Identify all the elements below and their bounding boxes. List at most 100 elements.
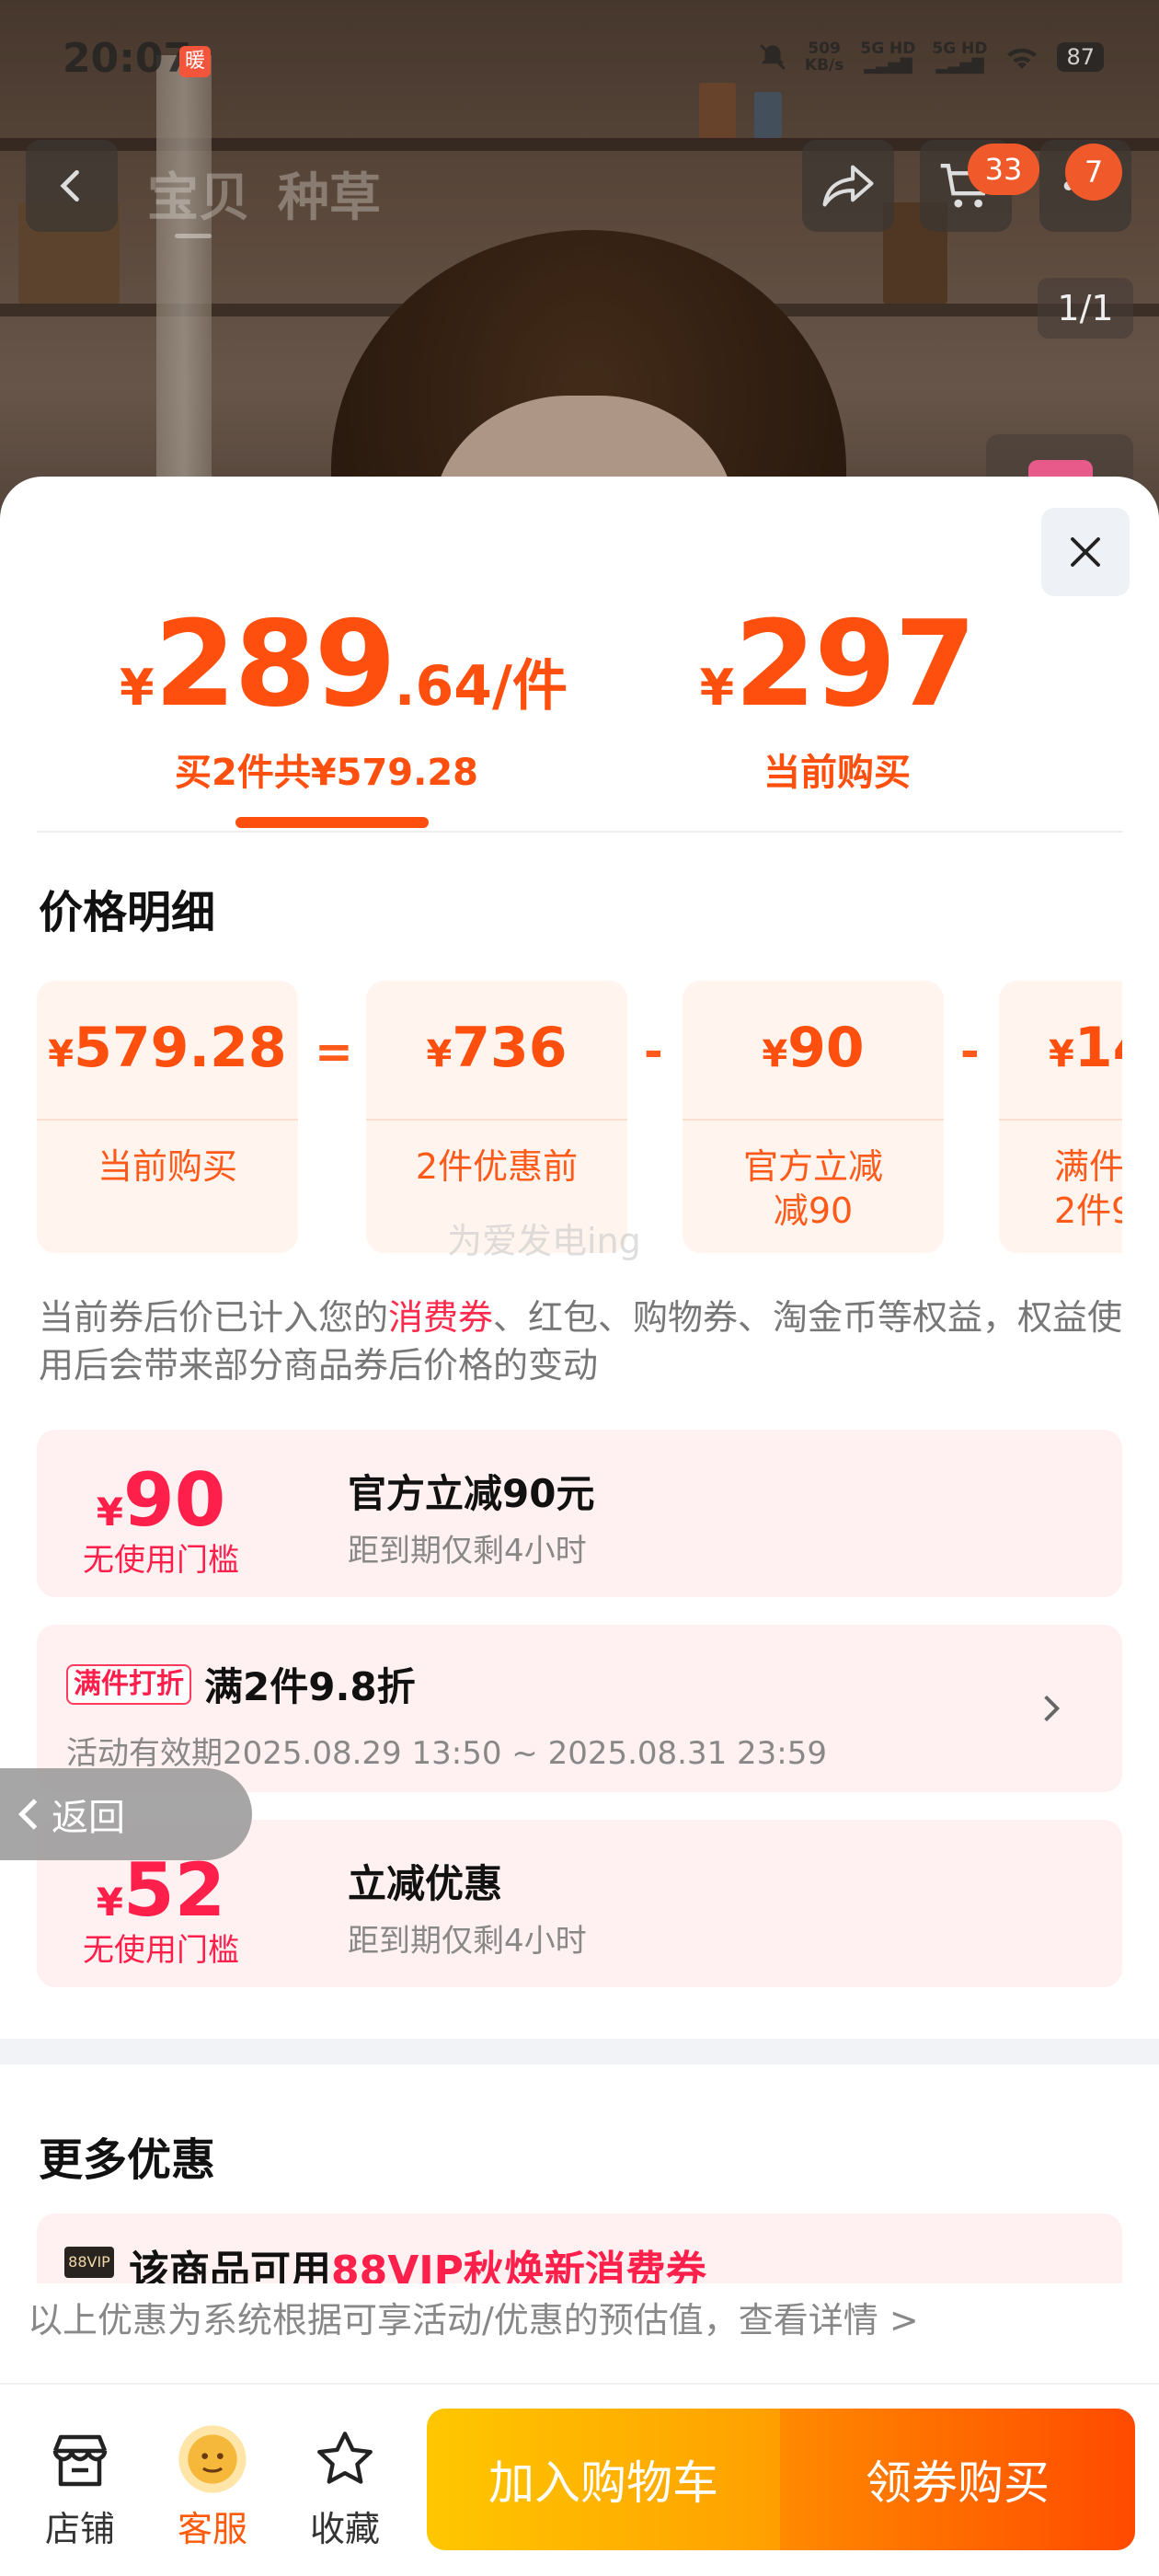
customer-service-button[interactable]: 客服 (162, 2420, 263, 2551)
customer-service-icon (178, 2425, 247, 2493)
floating-back-button[interactable]: 返回 (0, 1768, 252, 1860)
card-value: ¥90 (683, 1016, 944, 1089)
top-tabs: 宝贝 种草 (147, 156, 381, 238)
yen-sign: ¥ (1049, 1033, 1074, 1075)
watermark: 为爱发电ing (447, 1221, 641, 1261)
tab-item[interactable]: 宝贝 (147, 156, 250, 231)
breakdown-card-official-discount: ¥90 官方立减 减90 (683, 981, 944, 1253)
yen-sign: ¥ (699, 659, 735, 717)
app-notification-icon: 暖 (179, 46, 211, 77)
price-option-tabs: ¥289.64/件 买2件共¥579.28 ¥297 当前购买 (0, 596, 1159, 832)
coupon-threshold: 无使用门槛 (83, 1932, 239, 1969)
yen-sign: ¥ (96, 1880, 123, 1925)
close-button[interactable] (1041, 508, 1130, 596)
single-label: 当前购买 (763, 752, 911, 794)
coupon-threshold: 无使用门槛 (83, 1542, 239, 1579)
favorite-label: 收藏 (309, 2509, 380, 2549)
chevron-left-icon (17, 1799, 38, 1830)
promotion-header: 满件打折 满2件9.8折 (66, 1656, 416, 1712)
yen-sign: ¥ (48, 1033, 75, 1075)
back-button[interactable] (26, 140, 118, 232)
card-divider (37, 1119, 298, 1121)
net-speed: 509 KB/s (805, 40, 843, 74)
signal-1-label: 5G HD (860, 40, 916, 58)
card-divider (999, 1119, 1122, 1121)
floating-back-label: 返回 (52, 1797, 125, 1839)
active-price-tab-indicator (235, 817, 429, 828)
card-value-number: 14 (1073, 1016, 1122, 1080)
card-divider (683, 1119, 944, 1121)
shop-label: 店铺 (44, 2509, 115, 2549)
coupon-title: 官方立减90元 (348, 1471, 595, 1516)
card-value: ¥579.28 (37, 1016, 298, 1089)
card-label: 满件 2件9 (1054, 1146, 1122, 1231)
vip-badge-icon: 88VIP (64, 2247, 114, 2278)
card-value: ¥14 (1049, 1016, 1122, 1089)
bundle-total: 买2件共¥579.28 (174, 752, 479, 794)
yen-sign: ¥ (120, 659, 155, 717)
shop-icon-wrap (29, 2420, 131, 2499)
coupon-amount-number: 90 (122, 1457, 226, 1543)
status-time: 20:07 (63, 35, 192, 82)
shop-button[interactable]: 店铺 (29, 2420, 131, 2551)
star-icon (317, 2432, 373, 2484)
bottom-action-bar: 店铺 客服 收藏 加入购物车 领券购买 (0, 2383, 1159, 2576)
price-detail-sheet: ¥289.64/件 买2件共¥579.28 ¥297 当前购买 价格明细 ¥57… (0, 477, 1159, 2576)
image-page-indicator: 1/1 (1038, 278, 1133, 339)
promotion-period: 活动有效期2025.08.29 13:50 ~ 2025.08.31 23:59 (66, 1735, 828, 1772)
status-icons: 509 KB/s 5G HD ▂▃▅▇ 5G HD ▂▃▅▇ 87 (757, 40, 1104, 74)
shop-icon (52, 2434, 108, 2487)
card-divider (366, 1119, 627, 1121)
note-highlight-link[interactable]: 消费券 (388, 1297, 493, 1338)
battery-level: 87 (1057, 42, 1104, 72)
price-option-single[interactable]: ¥297 当前购买 (699, 596, 977, 796)
wifi-icon (1007, 48, 1038, 69)
price-detail-title: 价格明细 (39, 887, 216, 938)
single-price-int: 297 (734, 596, 976, 733)
card-label: 当前购买 (97, 1146, 237, 1187)
disclaimer-link[interactable]: 以上优惠为系统根据可享活动/优惠的预估值，查看详情 > (0, 2283, 1159, 2383)
status-bar: 20:07 暖 509 KB/s 5G HD ▂▃▅▇ 5G HD ▂▃▅▇ 87 (0, 0, 1159, 120)
tab-seeding[interactable]: 种草 (278, 156, 381, 231)
chevron-right-icon (1044, 1695, 1061, 1722)
favorite-button[interactable]: 收藏 (294, 2420, 396, 2551)
card-value-number: 736 (452, 1016, 568, 1080)
card-value: ¥736 (366, 1016, 627, 1089)
coupon-card[interactable]: ¥90 无使用门槛 官方立减90元 距到期仅剩4小时 (37, 1430, 1122, 1597)
bundle-price: ¥289.64/件 (120, 596, 568, 733)
bundle-price-int: 289 (154, 596, 396, 733)
yen-sign: ¥ (96, 1489, 123, 1535)
section-separator (0, 2039, 1159, 2064)
card-value-number: 579.28 (74, 1016, 287, 1080)
price-option-bundle[interactable]: ¥289.64/件 买2件共¥579.28 (120, 596, 568, 796)
promotion-tag: 满件打折 (66, 1663, 191, 1705)
coupon-title: 立减优惠 (348, 1861, 503, 1906)
bundle-price-dec: .64/件 (394, 654, 568, 719)
share-button[interactable] (802, 140, 894, 232)
more-offers-title: 更多优惠 (39, 2134, 216, 2186)
note-text: 当前券后价已计入您的 (39, 1297, 389, 1338)
card-label: 官方立减 减90 (742, 1146, 883, 1231)
add-to-cart-button[interactable]: 加入购物车 (427, 2409, 780, 2550)
card-value-number: 90 (787, 1016, 865, 1080)
coupon-amount: ¥90 (37, 1457, 285, 1543)
yen-sign: ¥ (426, 1033, 453, 1075)
promotion-card[interactable]: 满件打折 满2件9.8折 活动有效期2025.08.29 13:50 ~ 202… (37, 1625, 1122, 1792)
yen-sign: ¥ (762, 1033, 788, 1075)
claim-coupon-buy-button[interactable]: 领券购买 (780, 2409, 1135, 2550)
close-icon (1071, 537, 1100, 567)
more-count-badge: 7 (1065, 144, 1122, 201)
breakdown-card-current: ¥579.28 当前购买 (37, 981, 298, 1253)
service-icon-wrap (162, 2420, 263, 2499)
divider (37, 831, 1122, 833)
coupon-expiry: 距到期仅剩4小时 (348, 1533, 587, 1570)
price-note: 当前券后价已计入您的消费券、红包、购物券、淘金币等权益，权益使用后会带来部分商品… (39, 1294, 1124, 1389)
mute-bell-icon (760, 44, 786, 70)
service-label: 客服 (177, 2509, 247, 2549)
active-tab-indicator (175, 234, 212, 238)
signal-1-icon: 5G HD ▂▃▅▇ (860, 40, 916, 75)
promotion-title: 满2件9.8折 (204, 1664, 416, 1709)
chevron-left-icon (60, 169, 79, 202)
signal-2-icon: 5G HD ▂▃▅▇ (932, 40, 988, 75)
favorite-icon-wrap (294, 2420, 396, 2499)
